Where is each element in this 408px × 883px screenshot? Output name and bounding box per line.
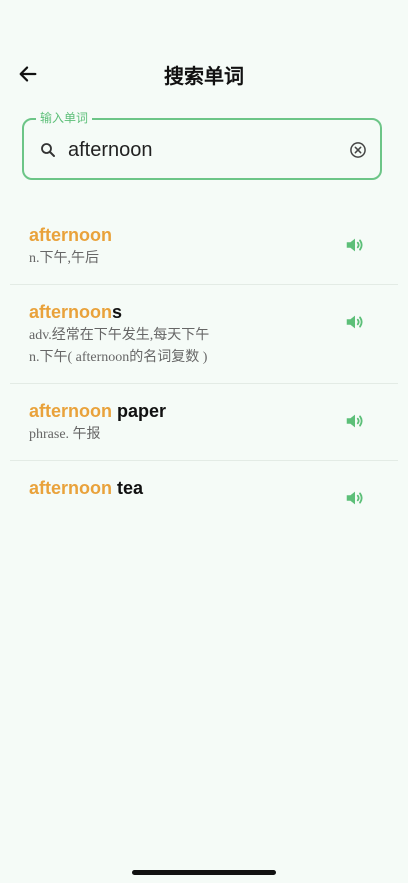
result-item[interactable]: afternoon tea bbox=[10, 461, 398, 515]
result-word: afternoon paper bbox=[29, 398, 338, 424]
speaker-icon[interactable] bbox=[344, 234, 366, 256]
word-rest: paper bbox=[112, 401, 167, 421]
result-word: afternoon bbox=[29, 222, 338, 248]
result-item[interactable]: afternoon n.下午,午后 bbox=[10, 208, 398, 285]
home-indicator bbox=[132, 870, 276, 875]
search-label: 输入单词 bbox=[36, 110, 93, 126]
results-list: afternoon n.下午,午后 afternoons adv.经常在下午发生… bbox=[10, 208, 398, 515]
page-title: 搜索单词 bbox=[164, 66, 244, 88]
result-definition: adv.经常在下午发生,每天下午 bbox=[29, 328, 210, 343]
word-match: afternoon bbox=[29, 478, 112, 498]
result-definition: n.下午,午后 bbox=[29, 251, 99, 266]
word-match: afternoon bbox=[29, 302, 112, 322]
result-definition: n.下午( afternoon的名词复数 ) bbox=[29, 350, 208, 365]
clear-circle-icon[interactable] bbox=[348, 140, 368, 160]
word-match: afternoon bbox=[29, 225, 112, 245]
speaker-icon[interactable] bbox=[344, 487, 366, 509]
word-match: afternoon bbox=[29, 401, 112, 421]
result-word: afternoons bbox=[29, 299, 338, 325]
speaker-icon[interactable] bbox=[344, 410, 366, 432]
search-field[interactable]: 输入单词 bbox=[22, 110, 382, 180]
result-item[interactable]: afternoons adv.经常在下午发生,每天下午 n.下午( aftern… bbox=[10, 285, 398, 384]
result-word: afternoon tea bbox=[29, 475, 338, 501]
result-definition: phrase. 午报 bbox=[29, 427, 101, 442]
word-rest: s bbox=[112, 302, 123, 322]
speaker-icon[interactable] bbox=[344, 311, 366, 333]
word-rest: tea bbox=[112, 478, 144, 498]
search-icon bbox=[41, 143, 55, 157]
app-header: 搜索单词 bbox=[0, 52, 408, 96]
result-item[interactable]: afternoon paper phrase. 午报 bbox=[10, 384, 398, 461]
search-input[interactable] bbox=[68, 134, 338, 166]
